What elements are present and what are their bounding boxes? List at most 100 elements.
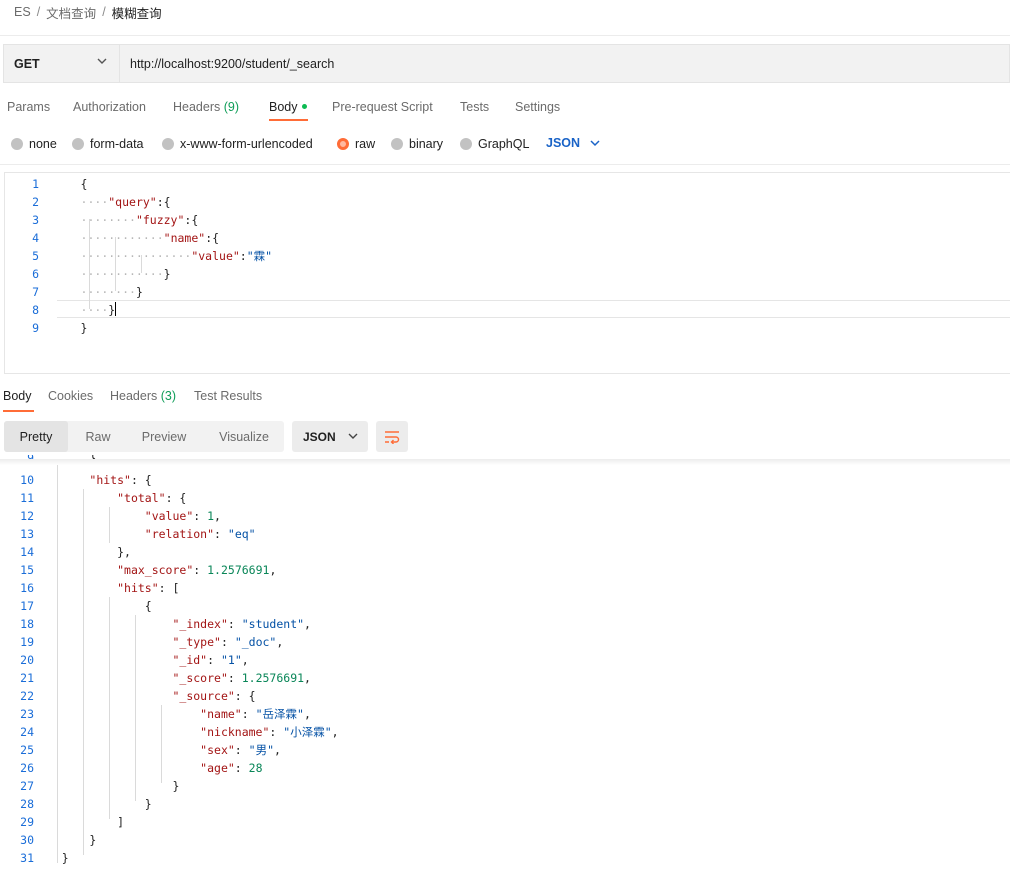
response-tab-test-results[interactable]: Test Results [194, 389, 262, 403]
raw-format-select[interactable]: JSON [546, 136, 600, 150]
json-key: "relation" [144, 527, 215, 541]
response-tab-headers-count: (3) [160, 389, 177, 403]
code-line: 8 ····} [5, 301, 117, 319]
line-number: 31 [20, 851, 34, 865]
radio-binary[interactable]: binary [391, 136, 443, 152]
code-line: 4 ············"name":{ [5, 229, 219, 247]
tab-body[interactable]: Body [269, 100, 307, 118]
line-number: 6 [32, 267, 39, 281]
json-key: "name" [200, 707, 242, 721]
tab-authorization[interactable]: Authorization [73, 100, 146, 118]
json-key: "nickname" [200, 725, 270, 739]
response-tab-headers[interactable]: Headers (3) [110, 389, 176, 403]
line-number: 29 [20, 815, 34, 829]
breadcrumb: ES / 文档查询 / 模糊查询 [14, 3, 162, 21]
code-line: 2 ····"query":{ [5, 193, 171, 211]
response-body-viewer[interactable]: 9 }, 10 "hits": { 11 "total": { 12 "valu… [0, 455, 1010, 872]
json-string: "student" [241, 617, 305, 631]
json-string: "岳泽霖" [255, 707, 304, 721]
code-line: 6 ············} [5, 265, 171, 283]
radio-circle-icon [11, 138, 23, 150]
tab-prerequest-script[interactable]: Pre-request Script [332, 100, 433, 118]
view-preview-button[interactable]: Preview [128, 421, 200, 452]
code-line: 3 ········"fuzzy":{ [5, 211, 198, 229]
line-number: 7 [32, 285, 39, 299]
wrap-lines-button[interactable] [376, 421, 408, 452]
json-string: "霖" [246, 249, 273, 263]
active-tab-indicator [3, 410, 34, 412]
code-token: :{ [156, 195, 171, 209]
json-key: "max_score" [117, 563, 194, 577]
text-cursor [115, 302, 117, 316]
tab-tests[interactable]: Tests [460, 100, 489, 118]
view-visualize-button[interactable]: Visualize [204, 421, 284, 452]
line-number: 19 [20, 635, 34, 649]
json-key: "_source" [172, 689, 235, 703]
wrap-lines-icon [385, 430, 400, 444]
radio-raw[interactable]: raw [337, 136, 375, 152]
code-line: 29 ] [0, 813, 124, 831]
breadcrumb-current[interactable]: 模糊查询 [112, 3, 162, 22]
code-line: 9 } [5, 319, 87, 337]
view-pretty-button[interactable]: Pretty [4, 421, 68, 452]
view-raw-button[interactable]: Raw [72, 421, 124, 452]
request-body-editor[interactable]: 1 { 2 ····"query":{ 3 ········"fuzzy":{ … [4, 172, 1010, 374]
json-key: "_type" [172, 635, 221, 649]
code-line: 5 ················"value":"霖" [5, 247, 272, 265]
line-number: 5 [32, 249, 39, 263]
tab-headers-count: (9) [223, 100, 240, 114]
code-line: 25 "sex": "男", [0, 741, 281, 759]
json-number: 28 [248, 761, 263, 775]
json-key: "_score" [172, 671, 228, 685]
tab-body-label: Body [269, 100, 298, 114]
json-string: "小泽霖" [283, 725, 332, 739]
radio-circle-icon [391, 138, 403, 150]
code-line: 27 } [0, 777, 179, 795]
radio-none[interactable]: none [11, 136, 57, 152]
radio-binary-label: binary [409, 137, 444, 151]
radio-form-data-label: form-data [90, 137, 144, 151]
breadcrumb-parent[interactable]: 文档查询 [46, 3, 96, 22]
radio-graphql[interactable]: GraphQL [460, 136, 529, 152]
radio-raw-label: raw [355, 137, 376, 151]
line-number: 13 [20, 527, 34, 541]
modified-dot-icon [301, 104, 307, 109]
line-number: 8 [32, 303, 39, 317]
code-line: 12 "value": 1, [0, 507, 221, 525]
line-number: 20 [20, 653, 34, 667]
radio-circle-icon [460, 138, 472, 150]
response-format-select[interactable]: JSON [292, 421, 368, 452]
active-tab-indicator [269, 119, 308, 121]
line-number: 12 [20, 509, 34, 523]
code-line: 30 } [0, 831, 96, 849]
code-line: 17 { [0, 597, 152, 615]
response-tab-cookies[interactable]: Cookies [48, 389, 93, 403]
tab-params[interactable]: Params [7, 100, 50, 118]
code-line: 18 "_index": "student", [0, 615, 311, 633]
method-select[interactable]: GET [4, 45, 120, 82]
json-string: "_doc" [234, 635, 277, 649]
json-key: "fuzzy" [135, 213, 185, 227]
code-token: :{ [184, 213, 199, 227]
header-divider [0, 35, 1010, 36]
json-key: "query" [108, 195, 157, 209]
line-number: 9 [32, 321, 39, 335]
code-line: 24 "nickname": "小泽霖", [0, 723, 338, 741]
line-number: 16 [20, 581, 34, 595]
chevron-down-icon [97, 58, 107, 64]
line-number: 2 [32, 195, 39, 209]
response-tab-headers-label: Headers [110, 389, 158, 403]
response-tab-body[interactable]: Body [3, 389, 32, 403]
radio-urlencoded[interactable]: x-www-form-urlencoded [162, 136, 313, 152]
json-key: "_id" [172, 653, 208, 667]
breadcrumb-root[interactable]: ES [14, 5, 31, 19]
tab-headers[interactable]: Headers (9) [173, 100, 239, 118]
tab-settings[interactable]: Settings [515, 100, 560, 118]
line-number: 21 [20, 671, 34, 685]
code-line: 31 } [0, 849, 68, 867]
tab-headers-label: Headers [173, 100, 221, 114]
json-key: "sex" [200, 743, 235, 757]
radio-form-data[interactable]: form-data [72, 136, 144, 152]
raw-format-label: JSON [546, 136, 581, 150]
url-input[interactable]: http://localhost:9200/student/_search [130, 45, 334, 82]
